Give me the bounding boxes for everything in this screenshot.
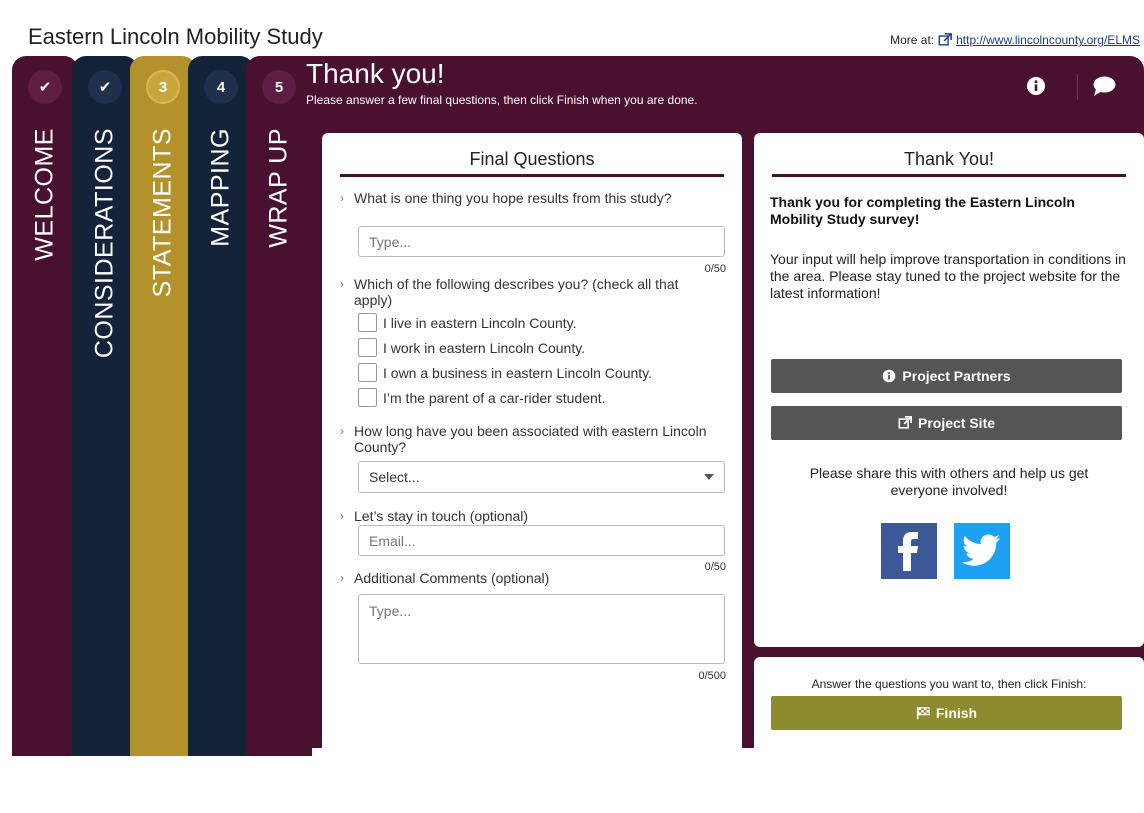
main-panel: Thank you! Please answer a few final que…: [296, 56, 1144, 813]
chevron-right-icon: ›: [340, 277, 344, 291]
checkbox-label: I live in eastern Lincoln County.: [383, 314, 577, 331]
chevron-right-icon: ›: [340, 424, 344, 438]
final-questions-heading: Final Questions: [340, 149, 724, 177]
page-subtitle: Please answer a few final questions, the…: [306, 93, 698, 107]
step-tab-considerations[interactable]: ✔ CONSIDERATIONS: [72, 56, 138, 756]
more-at-label: More at:: [890, 33, 935, 47]
facebook-icon: [898, 532, 918, 571]
checkbox-option-parent[interactable]: I’m the parent of a car-rider student.: [358, 388, 606, 407]
button-label: Finish: [935, 705, 978, 721]
step-tab-statements[interactable]: 3 STATEMENTS: [130, 56, 196, 756]
checkered-flag-icon: [916, 706, 930, 720]
question-stay-in-touch: › Let’s stay in touch (optional): [340, 508, 710, 524]
checkbox-label: I work in eastern Lincoln County.: [383, 339, 586, 356]
question-how-long: › How long have you been associated with…: [340, 423, 710, 455]
button-label: Project Partners: [902, 368, 1011, 384]
facebook-share-button[interactable]: [881, 523, 937, 579]
chevron-right-icon: ›: [340, 191, 344, 205]
step-label-mapping: MAPPING: [206, 128, 235, 247]
checkbox-label: I’m the parent of a car-rider student.: [383, 389, 606, 406]
question-label: Let’s stay in touch (optional): [354, 508, 529, 524]
email-field[interactable]: [358, 525, 725, 556]
checkbox-option-live[interactable]: I live in eastern Lincoln County.: [358, 313, 577, 332]
step-tab-welcome[interactable]: ✔ WELCOME: [12, 56, 78, 756]
project-site-button[interactable]: Project Site: [771, 406, 1122, 440]
question-label: Additional Comments (optional): [354, 570, 550, 586]
page-title: Thank you!: [306, 58, 445, 89]
final-questions-card: Final Questions › What is one thing you …: [322, 133, 742, 813]
question-describes-you: › Which of the following describes you? …: [340, 276, 710, 308]
question-label: What is one thing you hope results from …: [354, 190, 672, 206]
finish-note: Answer the questions you want to, then c…: [811, 677, 1087, 691]
twitter-icon: [962, 534, 1000, 566]
checkmark-icon: ✔: [28, 70, 62, 104]
finish-button[interactable]: Finish: [771, 696, 1122, 730]
checkbox[interactable]: [358, 338, 377, 357]
checkbox-option-business[interactable]: I own a business in eastern Lincoln Coun…: [358, 363, 652, 382]
step-tab-mapping[interactable]: 4 MAPPING: [188, 56, 254, 756]
header-divider: [1077, 74, 1078, 100]
question-label: How long have you been associated with e…: [354, 423, 707, 455]
external-link-icon: [898, 416, 912, 429]
thank-you-card: Thank You! Thank you for completing the …: [754, 133, 1144, 647]
checkbox[interactable]: [358, 313, 377, 332]
character-counter: 0/50: [704, 263, 726, 275]
checkbox[interactable]: [358, 388, 377, 407]
more-at: More at: http://www.lincolncounty.org/EL…: [890, 33, 1140, 47]
project-partners-button[interactable]: Project Partners: [771, 359, 1122, 393]
twitter-share-button[interactable]: [954, 523, 1010, 579]
finish-card: Answer the questions you want to, then c…: [754, 657, 1144, 757]
project-website-link[interactable]: http://www.lincolncounty.org/ELMS: [956, 33, 1140, 47]
checkbox-label: I own a business in eastern Lincoln Coun…: [383, 364, 653, 381]
hope-text-input[interactable]: [358, 226, 725, 257]
chevron-right-icon: ›: [340, 571, 344, 585]
question-additional-comments: › Additional Comments (optional): [340, 570, 710, 586]
select-value: Select...: [369, 469, 420, 485]
chevron-right-icon: ›: [340, 509, 344, 523]
thank-you-message: Thank you for completing the Eastern Lin…: [770, 194, 1075, 227]
thank-you-body: Your input will help improve transportat…: [770, 251, 1126, 301]
association-duration-select[interactable]: Select...: [358, 461, 725, 493]
thank-you-heading: Thank You!: [772, 149, 1126, 177]
step-label-welcome: WELCOME: [30, 128, 59, 261]
character-counter: 0/500: [698, 670, 726, 682]
checkbox-option-work[interactable]: I work in eastern Lincoln County.: [358, 338, 585, 357]
chat-bubble-icon: [1093, 76, 1116, 96]
share-text: Please share this with others and help u…: [809, 465, 1089, 498]
info-icon: [883, 369, 896, 383]
external-link-icon: [938, 33, 953, 46]
checkmark-icon: ✔: [88, 70, 122, 104]
button-label: Project Site: [917, 415, 996, 431]
info-button[interactable]: [1024, 74, 1048, 98]
step-number-badge: 4: [204, 70, 238, 104]
info-icon: [1027, 77, 1045, 95]
comment-button[interactable]: [1092, 74, 1116, 98]
step-number-badge: 5: [262, 70, 296, 104]
step-label-statements: STATEMENTS: [148, 128, 177, 298]
question-hope: › What is one thing you hope results fro…: [340, 190, 710, 206]
step-number-badge: 3: [146, 70, 180, 104]
step-label-considerations: CONSIDERATIONS: [90, 128, 119, 359]
question-label: Which of the following describes you? (c…: [354, 276, 679, 308]
comments-textarea[interactable]: [358, 594, 725, 664]
app-title: Eastern Lincoln Mobility Study: [28, 24, 323, 49]
dropdown-caret-icon: [704, 474, 714, 480]
step-label-wrap-up: WRAP UP: [264, 128, 293, 248]
checkbox[interactable]: [358, 363, 377, 382]
